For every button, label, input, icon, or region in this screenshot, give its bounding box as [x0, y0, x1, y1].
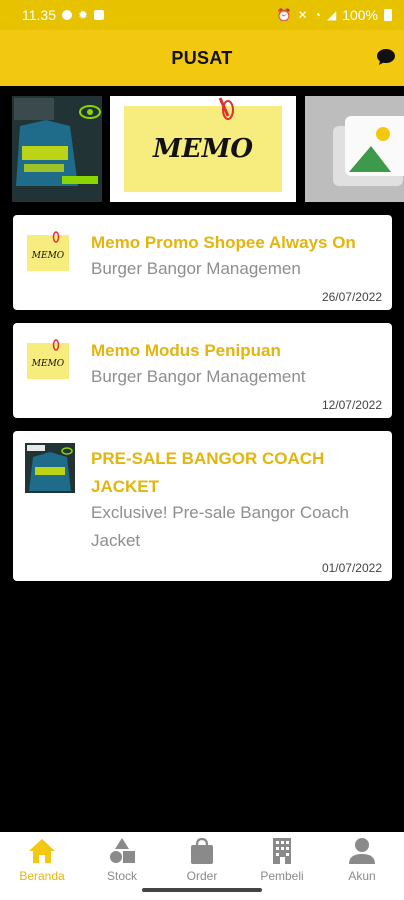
nav-item-order[interactable]: Order: [162, 836, 242, 886]
post-card[interactable]: PRE-SALE BANGOR COACH JACKET Exclusive! …: [13, 431, 392, 581]
app-bar: PUSAT: [0, 30, 404, 86]
building-icon: [273, 838, 291, 864]
post-thumbnail: [25, 443, 75, 493]
shopping-bag-icon: [191, 837, 213, 864]
nav-item-pembeli[interactable]: Pembeli: [242, 836, 322, 886]
status-left: 11.35 ✹: [22, 7, 105, 23]
nav-item-beranda[interactable]: Beranda: [2, 836, 82, 886]
chat-icon: [377, 49, 395, 65]
nav-label: Pembeli: [260, 869, 304, 883]
battery-icon: [384, 9, 392, 21]
post-card[interactable]: MEMO Memo Promo Shopee Always On Burger …: [13, 215, 392, 310]
post-subtitle: Exclusive! Pre-sale Bangor Coach Jacket: [91, 503, 349, 550]
shapes-icon: [110, 838, 135, 863]
person-icon: [349, 838, 375, 864]
settings-icon: ✹: [78, 8, 89, 22]
home-indicator[interactable]: [142, 888, 262, 892]
post-date: 12/07/2022: [321, 398, 382, 412]
jacket-poster-graphic: [12, 96, 102, 202]
post-date: 01/07/2022: [321, 561, 382, 575]
status-time: 11.35: [22, 7, 56, 23]
jacket-thumbnail-image: [25, 443, 75, 493]
whatsapp-icon: [62, 10, 72, 20]
post-subtitle: Burger Bangor Managemen: [91, 259, 301, 278]
home-icon: [29, 839, 55, 863]
memo-thumbnail-icon: MEMO: [25, 229, 71, 275]
banner-carousel[interactable]: MEMO: [0, 96, 404, 202]
post-thumbnail: MEMO: [25, 337, 71, 383]
banner-jacket-image[interactable]: [12, 96, 102, 202]
battery-percent: 100%: [342, 7, 378, 23]
nav-label: Akun: [348, 869, 376, 883]
post-card[interactable]: MEMO Memo Modus Penipuan Burger Bangor M…: [13, 323, 392, 418]
svg-text:MEMO: MEMO: [31, 251, 65, 261]
status-right: ⏰ ✕ ◔ ◢ 100%: [277, 7, 392, 23]
post-subtitle: Burger Bangor Management: [91, 367, 306, 386]
mute-icon: ✕: [297, 8, 308, 22]
memo-thumbnail-icon: MEMO: [25, 337, 71, 383]
post-title: PRE-SALE BANGOR COACH JACKET: [91, 449, 325, 496]
post-title: Memo Promo Shopee Always On: [91, 233, 356, 252]
shop-icon: [94, 10, 105, 20]
memo-note-graphic: MEMO: [110, 96, 296, 202]
post-date: 26/07/2022: [321, 290, 382, 304]
nav-label: Beranda: [19, 869, 65, 883]
page-title: PUSAT: [171, 47, 233, 68]
image-placeholder-icon: [305, 96, 404, 202]
memo-banner-text: MEMO: [152, 134, 253, 164]
wifi-icon: ◔: [313, 8, 321, 22]
post-thumbnail: MEMO: [25, 229, 71, 275]
nav-label: Stock: [106, 869, 137, 883]
nav-item-stock[interactable]: Stock: [82, 836, 162, 886]
banner-placeholder-image[interactable]: [305, 96, 404, 202]
post-title: Memo Modus Penipuan: [91, 341, 281, 360]
chat-button[interactable]: [376, 48, 396, 66]
alarm-icon: ⏰: [276, 8, 292, 22]
nav-label: Order: [186, 869, 218, 883]
nav-item-akun[interactable]: Akun: [322, 836, 402, 886]
signal-icon: ◢: [326, 8, 337, 22]
status-bar: 11.35 ✹ ⏰ ✕ ◔ ◢ 100%: [0, 0, 404, 30]
banner-memo-image[interactable]: MEMO: [110, 96, 296, 202]
svg-text:MEMO: MEMO: [31, 359, 65, 369]
